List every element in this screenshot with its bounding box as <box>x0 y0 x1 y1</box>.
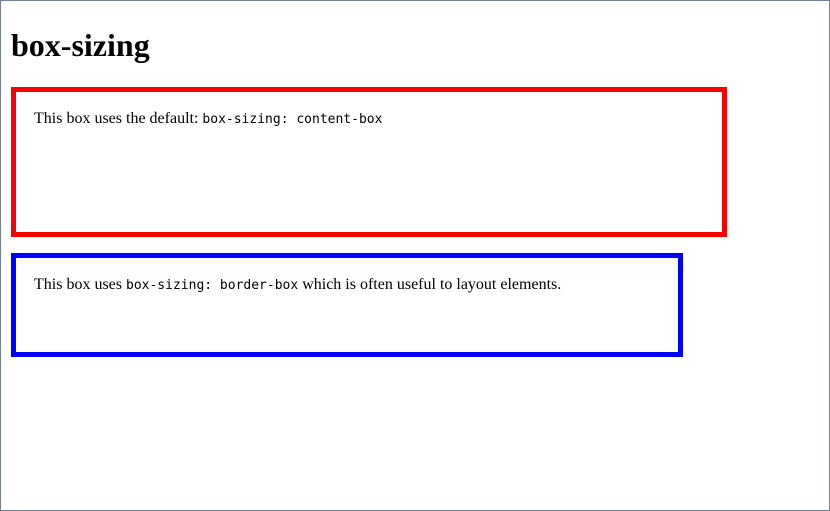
page-title: box-sizing <box>11 27 150 63</box>
content-box-description: This box uses the default: box-sizing: c… <box>34 109 382 130</box>
border-box-text-before: This box uses <box>34 276 126 293</box>
border-box-description: This box uses box-sizing: border-box whi… <box>34 275 561 296</box>
border-box-demo: This box uses box-sizing: border-box whi… <box>11 253 683 357</box>
border-box-text-after: which is often useful to layout elements… <box>298 276 562 293</box>
content-box-demo: This box uses the default: box-sizing: c… <box>11 87 727 237</box>
border-box-code: box-sizing: border-box <box>126 278 299 293</box>
browser-viewport: box-sizing This box uses the default: bo… <box>0 0 830 511</box>
content-box-text: This box uses the default: <box>34 110 203 127</box>
content-box-code: box-sizing: content-box <box>202 112 383 127</box>
